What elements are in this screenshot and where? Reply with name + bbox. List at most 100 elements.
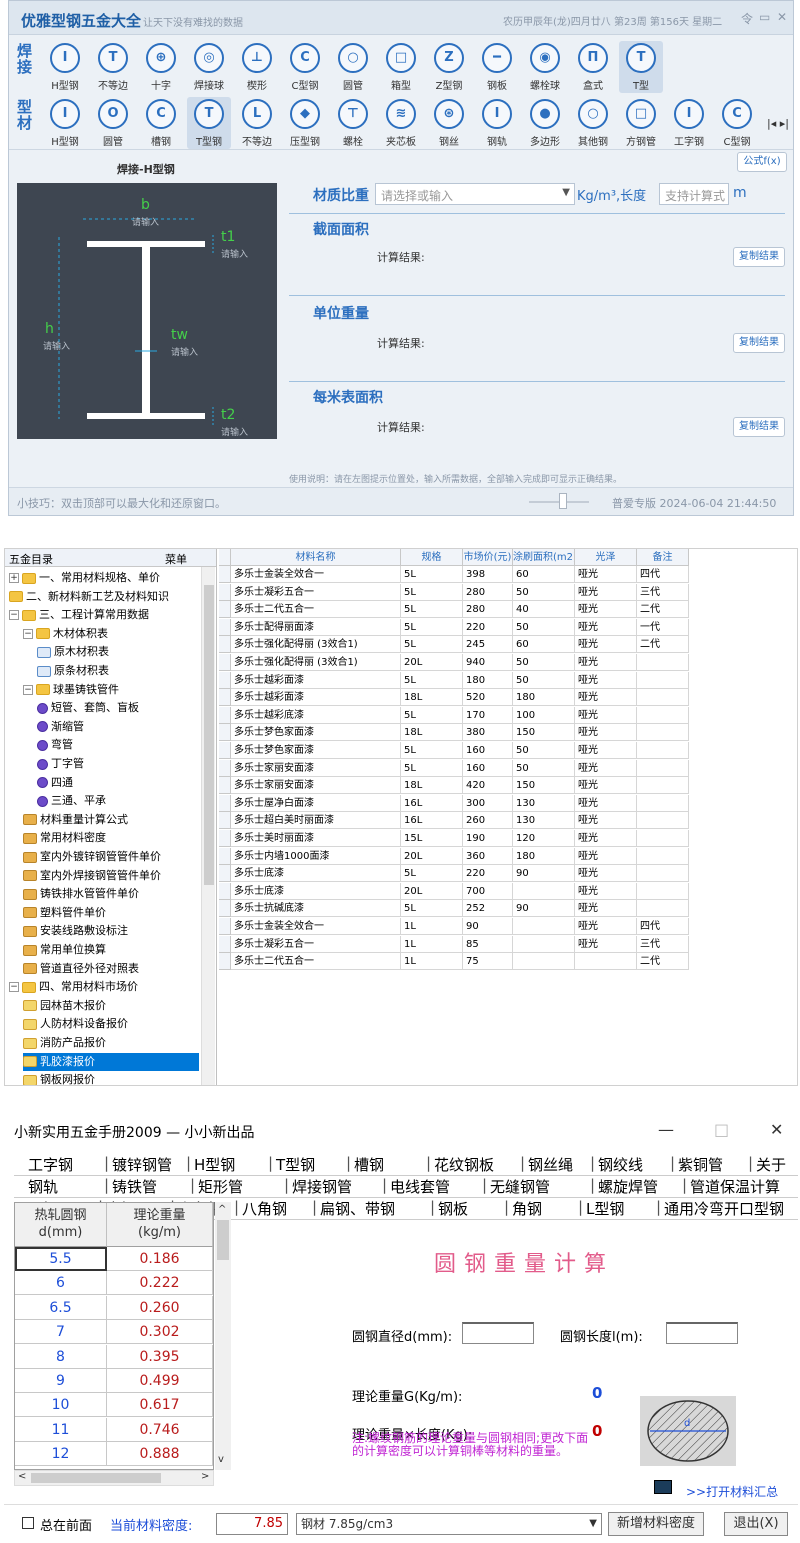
- tree-node[interactable]: − 四、常用材料市场价: [9, 978, 138, 996]
- tool-C型钢[interactable]: C C型钢: [283, 41, 327, 93]
- table-cell[interactable]: 三代: [637, 935, 689, 953]
- tab-电线套管[interactable]: 电线套管: [390, 1176, 450, 1197]
- tool-圆管[interactable]: O 圆管: [91, 97, 135, 149]
- table-cell[interactable]: 150: [513, 724, 575, 742]
- row-indicator[interactable]: [219, 742, 231, 759]
- table-cell[interactable]: 260: [463, 812, 513, 830]
- tree-node[interactable]: 渐缩管: [37, 718, 84, 736]
- minimize-icon[interactable]: ▭: [759, 10, 770, 24]
- diameter-cell[interactable]: 5.5: [15, 1247, 107, 1271]
- table-cell[interactable]: 哑光: [575, 671, 637, 689]
- tree-scroll-thumb[interactable]: [204, 585, 214, 885]
- table-cell[interactable]: 1L: [401, 953, 463, 971]
- table-cell[interactable]: 5L: [401, 583, 463, 601]
- table-cell[interactable]: 5L: [401, 900, 463, 918]
- weight-cell[interactable]: 0.302: [107, 1320, 213, 1345]
- table-cell[interactable]: [637, 724, 689, 742]
- table-cell[interactable]: 多乐士抗碱底漆: [231, 900, 401, 918]
- row-indicator[interactable]: [219, 847, 231, 865]
- tool-H型钢[interactable]: I H型钢: [43, 41, 87, 93]
- table-cell[interactable]: 180: [513, 689, 575, 707]
- table-cell[interactable]: 多乐士强化配得丽 (3效合1): [231, 636, 401, 654]
- tree-toggle-icon[interactable]: +: [9, 573, 19, 583]
- tool-C型钢[interactable]: C C型钢: [715, 97, 759, 149]
- table-cell[interactable]: 20L: [401, 847, 463, 865]
- table-cell[interactable]: 18L: [401, 689, 463, 707]
- row-indicator[interactable]: [219, 935, 231, 953]
- table-cell[interactable]: 160: [463, 759, 513, 777]
- column-header[interactable]: 市场价(元): [463, 549, 513, 566]
- diameter-cell[interactable]: 8: [15, 1344, 107, 1369]
- table-cell[interactable]: 50: [513, 759, 575, 777]
- maximize-icon[interactable]: □: [714, 1120, 729, 1139]
- table-cell[interactable]: 多乐士家丽安面漆: [231, 759, 401, 777]
- table-cell[interactable]: 120: [513, 830, 575, 847]
- table-cell[interactable]: 哑光: [575, 618, 637, 636]
- row-indicator[interactable]: [219, 566, 231, 583]
- table-cell[interactable]: [637, 865, 689, 883]
- tool-圆管[interactable]: ○ 圆管: [331, 41, 375, 93]
- table-cell[interactable]: 130: [513, 812, 575, 830]
- toolbar-scroll-arrows[interactable]: |◂ ▸|: [767, 117, 789, 130]
- table-cell[interactable]: 180: [463, 671, 513, 689]
- table-cell[interactable]: 哑光: [575, 900, 637, 918]
- tab-管道保温计算[interactable]: 管道保温计算: [690, 1176, 780, 1197]
- tool-钢轨[interactable]: I 钢轨: [475, 97, 519, 149]
- row-indicator[interactable]: [219, 724, 231, 742]
- tree-node[interactable]: 常用单位换算: [23, 941, 106, 959]
- table-cell[interactable]: [513, 935, 575, 953]
- table-cell[interactable]: 多乐士金装全效合一: [231, 566, 401, 583]
- row-indicator[interactable]: [219, 865, 231, 883]
- table-cell[interactable]: 5L: [401, 742, 463, 759]
- table-cell[interactable]: [637, 794, 689, 812]
- table-cell[interactable]: 多乐士越彩面漆: [231, 689, 401, 707]
- density-input[interactable]: 7.85: [216, 1513, 288, 1535]
- table-cell[interactable]: 5L: [401, 671, 463, 689]
- table-vertical-scrollbar[interactable]: ^ v: [215, 1202, 231, 1470]
- tree-node[interactable]: 常用材料密度: [23, 829, 106, 847]
- table-cell[interactable]: 四代: [637, 918, 689, 935]
- table-cell[interactable]: [637, 900, 689, 918]
- tool-T型[interactable]: T T型: [619, 41, 663, 93]
- table-cell[interactable]: 多乐士底漆: [231, 882, 401, 900]
- table-cell[interactable]: 哑光: [575, 724, 637, 742]
- table-cell[interactable]: [575, 953, 637, 971]
- column-header[interactable]: 材料名称: [231, 549, 401, 566]
- diameter-input[interactable]: [462, 1322, 534, 1344]
- tab-L型钢[interactable]: L型钢: [586, 1198, 624, 1219]
- tool-槽钢[interactable]: C 槽钢: [139, 97, 183, 149]
- tree-node[interactable]: 人防材料设备报价: [23, 1015, 128, 1033]
- tool-楔形[interactable]: ⊥ 楔形: [235, 41, 279, 93]
- table-cell[interactable]: [637, 759, 689, 777]
- table-cell[interactable]: 20L: [401, 882, 463, 900]
- tree-node[interactable]: 二、新材料新工艺及材料知识: [9, 588, 169, 606]
- table-cell[interactable]: 16L: [401, 812, 463, 830]
- scroll-left-icon[interactable]: <: [18, 1471, 26, 1482]
- table-cell[interactable]: 5L: [401, 759, 463, 777]
- row-indicator[interactable]: [219, 900, 231, 918]
- table-cell[interactable]: 280: [463, 583, 513, 601]
- row-indicator[interactable]: [219, 654, 231, 671]
- horizontal-scroll-thumb[interactable]: [31, 1473, 161, 1483]
- table-cell[interactable]: [513, 882, 575, 900]
- table-cell[interactable]: 多乐士配得丽面漆: [231, 618, 401, 636]
- tool-钢丝[interactable]: ⊛ 钢丝: [427, 97, 471, 149]
- table-cell[interactable]: 二代: [637, 601, 689, 619]
- table-cell[interactable]: 多乐士越彩面漆: [231, 671, 401, 689]
- tab-工字钢[interactable]: 工字钢: [28, 1154, 73, 1175]
- table-cell[interactable]: 1L: [401, 918, 463, 935]
- table-cell[interactable]: [513, 953, 575, 971]
- table-cell[interactable]: 四代: [637, 566, 689, 583]
- tab-通用冷弯开口型钢[interactable]: 通用冷弯开口型钢: [664, 1198, 784, 1219]
- open-material-summary-link[interactable]: >>打开材料汇总: [686, 1483, 778, 1500]
- column-header[interactable]: 规格: [401, 549, 463, 566]
- row-indicator[interactable]: [219, 759, 231, 777]
- weight-cell[interactable]: 0.222: [107, 1271, 213, 1296]
- tab-T型钢[interactable]: T型钢: [276, 1154, 315, 1175]
- scroll-right-icon[interactable]: >: [201, 1471, 209, 1482]
- tree-toggle-icon[interactable]: −: [23, 628, 33, 639]
- pin-icon[interactable]: 令: [741, 10, 753, 27]
- table-cell[interactable]: 60: [513, 636, 575, 654]
- tree-node[interactable]: − 木材体积表: [23, 625, 108, 643]
- table-cell[interactable]: 哑光: [575, 566, 637, 583]
